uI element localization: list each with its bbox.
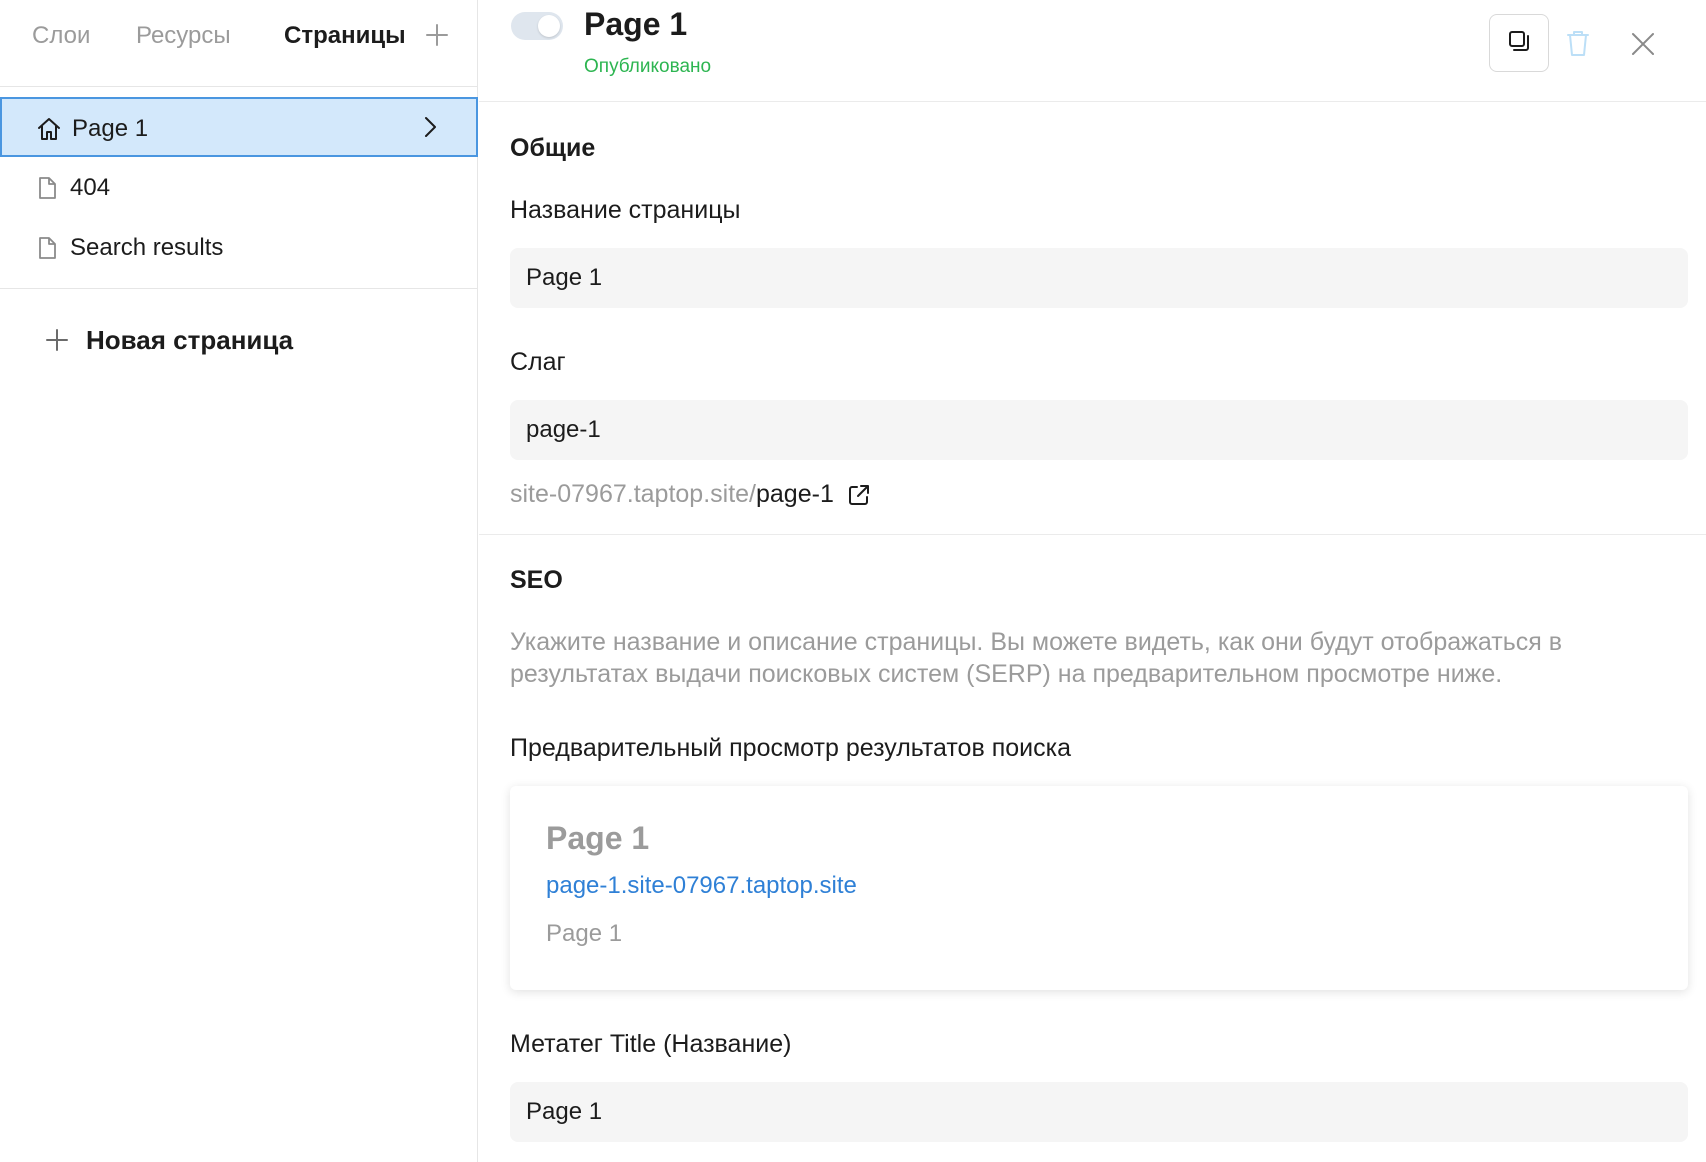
divider: [0, 288, 478, 289]
publish-toggle[interactable]: [511, 12, 563, 40]
page-title: Page 1: [584, 6, 688, 42]
status-badge: Опубликовано: [584, 56, 712, 77]
duplicate-icon: [1506, 28, 1532, 59]
duplicate-button[interactable]: [1489, 14, 1549, 72]
sidebar-tabs: Слои Ресурсы Страницы: [0, 0, 478, 87]
tab-pages[interactable]: Страницы: [284, 22, 406, 50]
slug-label: Слаг: [510, 348, 566, 376]
meta-title-input[interactable]: [510, 1082, 1688, 1142]
add-icon[interactable]: [424, 22, 450, 48]
file-icon: [34, 235, 60, 261]
tab-resources[interactable]: Ресурсы: [136, 22, 231, 50]
toggle-knob: [538, 15, 560, 37]
serp-preview-title: Page 1: [546, 820, 650, 856]
search-preview-label: Предварительный просмотр результатов пои…: [510, 734, 1071, 762]
page-url: site-07967.taptop.site/ page-1: [510, 480, 872, 509]
seo-description: Укажите название и описание страницы. Вы…: [510, 628, 1563, 688]
home-icon: [36, 116, 62, 142]
serp-preview-card: Page 1 page-1.site-07967.taptop.site Pag…: [510, 786, 1688, 990]
serp-preview-url: page-1.site-07967.taptop.site: [546, 872, 857, 899]
url-path: page-1: [756, 480, 834, 508]
page-item-search-results[interactable]: Search results: [0, 218, 478, 278]
page-item-page-1[interactable]: Page 1: [0, 97, 478, 157]
serp-preview-description: Page 1: [546, 920, 623, 947]
page-settings-panel: Page 1 Опубликовано Общие Название стран…: [479, 0, 1706, 1162]
general-section-title: Общие: [510, 134, 596, 162]
close-icon[interactable]: [1627, 28, 1659, 60]
new-page-button[interactable]: Новая страница: [44, 322, 293, 358]
seo-section-title: SEO: [510, 566, 563, 594]
slug-input[interactable]: [510, 400, 1688, 460]
page-name-input[interactable]: [510, 248, 1688, 308]
page-name-label: Название страницы: [510, 196, 741, 224]
new-page-label: Новая страница: [86, 324, 294, 355]
page-item-label: Search results: [70, 234, 224, 261]
page-item-label: 404: [70, 174, 111, 201]
external-link-icon[interactable]: [846, 482, 872, 508]
url-base: site-07967.taptop.site/: [510, 480, 756, 508]
tab-layers[interactable]: Слои: [32, 22, 90, 50]
sidebar: Слои Ресурсы Страницы Page 1 404 Search …: [0, 0, 478, 1162]
page-item-404[interactable]: 404: [0, 158, 478, 218]
page-item-label: Page 1: [72, 115, 149, 142]
trash-icon[interactable]: [1561, 26, 1595, 60]
chevron-right-icon[interactable]: [418, 115, 442, 139]
panel-header: Page 1 Опубликовано: [479, 0, 1706, 102]
file-icon: [34, 175, 60, 201]
divider: [479, 534, 1706, 535]
meta-title-label: Метатег Title (Название): [510, 1030, 792, 1058]
plus-icon: [44, 327, 70, 353]
